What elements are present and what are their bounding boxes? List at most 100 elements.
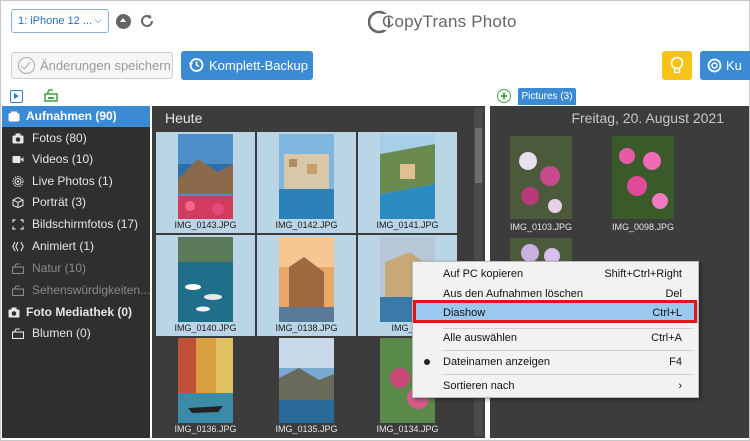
live-photo-icon (12, 176, 24, 187)
sidebar-item-foto-mediathek[interactable]: Foto Mediathek (0) (2, 302, 150, 323)
highlight-annotation-box (413, 300, 697, 323)
sidebar-item-natur[interactable]: Natur (10) (2, 258, 150, 279)
photo-filename: IMG_0134.JPG (376, 424, 439, 434)
sidebar-item-aufnahmen[interactable]: Aufnahmen (90) (2, 106, 150, 127)
photo-tile[interactable]: IMG_0140.JPG (156, 235, 255, 336)
menu-item-shortcut: Shift+Ctrl+Right (604, 268, 682, 280)
photo-tile[interactable]: IMG_0142.JPG (257, 132, 356, 233)
menu-item-select-all[interactable]: Alle auswählen Ctrl+A (413, 328, 698, 348)
sidebar-item-label: Bildschirmfotos (17) (32, 217, 139, 231)
menu-item-shortcut: F4 (669, 356, 682, 368)
slideshow-view-icon[interactable] (10, 90, 23, 103)
camera-roll-icon (8, 111, 20, 122)
sidebar-item-blumen[interactable]: Blumen (0) (2, 323, 150, 344)
photo-thumbnail (178, 134, 233, 219)
save-changes-button[interactable]: Änderungen speichern (11, 52, 173, 79)
camera-icon (12, 133, 24, 144)
chevron-down-icon: ⌵ (94, 15, 102, 26)
photo-thumbnail (178, 237, 233, 322)
menu-separator (443, 350, 693, 351)
sidebar-item-label: Videos (10) (32, 152, 94, 166)
eject-icon[interactable] (116, 14, 131, 29)
album-photo-tile[interactable]: IMG_0103.JPG (495, 106, 585, 232)
lifebuoy-icon (707, 58, 722, 73)
cube-icon (12, 197, 24, 208)
photo-thumbnail (279, 338, 334, 423)
support-label: Ku (726, 58, 742, 73)
sidebar-item-label: Aufnahmen (90) (26, 109, 117, 123)
menu-item-label: Auf PC kopieren (443, 268, 524, 280)
menu-item-label: Alle auswählen (443, 332, 517, 344)
photo-filename: IMG_0141.JPG (376, 220, 439, 230)
radio-dot-icon (424, 359, 430, 365)
scrollbar-thumb[interactable] (475, 128, 482, 183)
menu-separator (443, 374, 693, 375)
album-icon (12, 328, 24, 339)
photo-tile[interactable]: IMG_0143.JPG (156, 132, 255, 233)
menu-item-shortcut: Ctrl+A (651, 332, 682, 344)
tips-button[interactable] (662, 51, 692, 80)
section-title: Heute (165, 110, 203, 126)
sidebar-item-label: Natur (10) (32, 261, 87, 275)
sidebar-item-animiert[interactable]: Animiert (1) (2, 236, 150, 257)
sidebar-item-label: Sehenswürdigkeiten... (32, 283, 150, 297)
refresh-icon[interactable] (138, 12, 156, 30)
photo-thumbnail (178, 338, 233, 423)
sidebar-item-portrait[interactable]: Porträt (3) (2, 192, 150, 213)
sidebar-item-fotos[interactable]: Fotos (80) (2, 128, 150, 149)
photo-tile[interactable]: IMG_0141.JPG (358, 132, 457, 233)
tab-pictures-label: Pictures (3) (521, 91, 573, 102)
menu-item-copy-to-pc[interactable]: Auf PC kopieren Shift+Ctrl+Right (413, 264, 698, 284)
album-photo-tile[interactable]: IMG_0098.JPG (597, 106, 687, 232)
full-backup-button[interactable]: Komplett-Backup (181, 51, 313, 80)
photo-thumbnail (510, 136, 572, 219)
tab-pictures[interactable]: Pictures (3) (518, 88, 576, 105)
sidebar-item-label: Live Photos (1) (32, 174, 113, 188)
sidebar-item-label: Animiert (1) (32, 239, 95, 253)
sidebar-item-label: Foto Mediathek (0) (26, 305, 133, 319)
context-menu: Auf PC kopieren Shift+Ctrl+Right Aus den… (412, 261, 699, 398)
sidebar-item-screenshots[interactable]: Bildschirmfotos (17) (2, 214, 150, 235)
album-icon (12, 285, 24, 296)
menu-item-show-filenames[interactable]: Dateinamen anzeigen F4 (413, 352, 698, 372)
menu-item-sort-by[interactable]: Sortieren nach › (413, 376, 698, 396)
backup-clock-icon (189, 58, 204, 72)
photo-filename: IMG_0142.JPG (275, 220, 338, 230)
add-album-icon[interactable] (497, 89, 511, 103)
save-changes-label: Änderungen speichern (40, 58, 171, 73)
lightbulb-icon (670, 56, 684, 74)
sidebar-item-label: Porträt (3) (32, 195, 87, 209)
screenshot-icon (12, 219, 24, 230)
menu-item-label: Dateinamen anzeigen (443, 356, 551, 368)
video-icon (12, 156, 24, 163)
menu-item-label: Sortieren nach (443, 380, 515, 392)
photo-tile[interactable]: IMG_0135.JPG (257, 336, 356, 437)
support-button[interactable]: Ku (700, 51, 750, 80)
photo-filename: IMG_0136.JPG (174, 424, 237, 434)
sidebar-item-live-photos[interactable]: Live Photos (1) (2, 171, 150, 192)
photo-filename: IMG_0138.JPG (275, 323, 338, 333)
photo-tile[interactable]: IMG_0138.JPG (257, 235, 356, 336)
new-album-icon[interactable] (44, 89, 58, 102)
photo-thumbnail (380, 134, 435, 219)
device-dropdown[interactable]: 1: iPhone 12 ... ⌵ (11, 9, 109, 33)
camera-icon (8, 307, 20, 318)
photo-filename: IMG_0140.JPG (174, 323, 237, 333)
photo-filename: IMG_0098.JPG (611, 222, 675, 232)
device-dropdown-label: 1: iPhone 12 ... (18, 15, 92, 27)
menu-item-label: Aus den Aufnahmen löschen (443, 288, 584, 300)
check-circle-icon (18, 57, 35, 74)
sidebar-item-label: Blumen (0) (32, 326, 91, 340)
full-backup-label: Komplett-Backup (209, 58, 308, 73)
sidebar-item-videos[interactable]: Videos (10) (2, 149, 150, 170)
sidebar: Aufnahmen (90) Fotos (80) Videos (10) Li… (2, 106, 150, 438)
animated-icon (12, 241, 24, 252)
photo-thumbnail (279, 237, 334, 322)
photo-tile[interactable]: IMG_0136.JPG (156, 336, 255, 437)
chevron-right-icon: › (678, 380, 682, 392)
photo-filename: IMG_0143.JPG (174, 220, 237, 230)
photo-thumbnail (612, 136, 674, 219)
sidebar-item-sehenswuerdigkeiten[interactable]: Sehenswürdigkeiten... (2, 280, 150, 301)
photo-filename: IMG_0135.JPG (275, 424, 338, 434)
sidebar-item-label: Fotos (80) (32, 131, 87, 145)
